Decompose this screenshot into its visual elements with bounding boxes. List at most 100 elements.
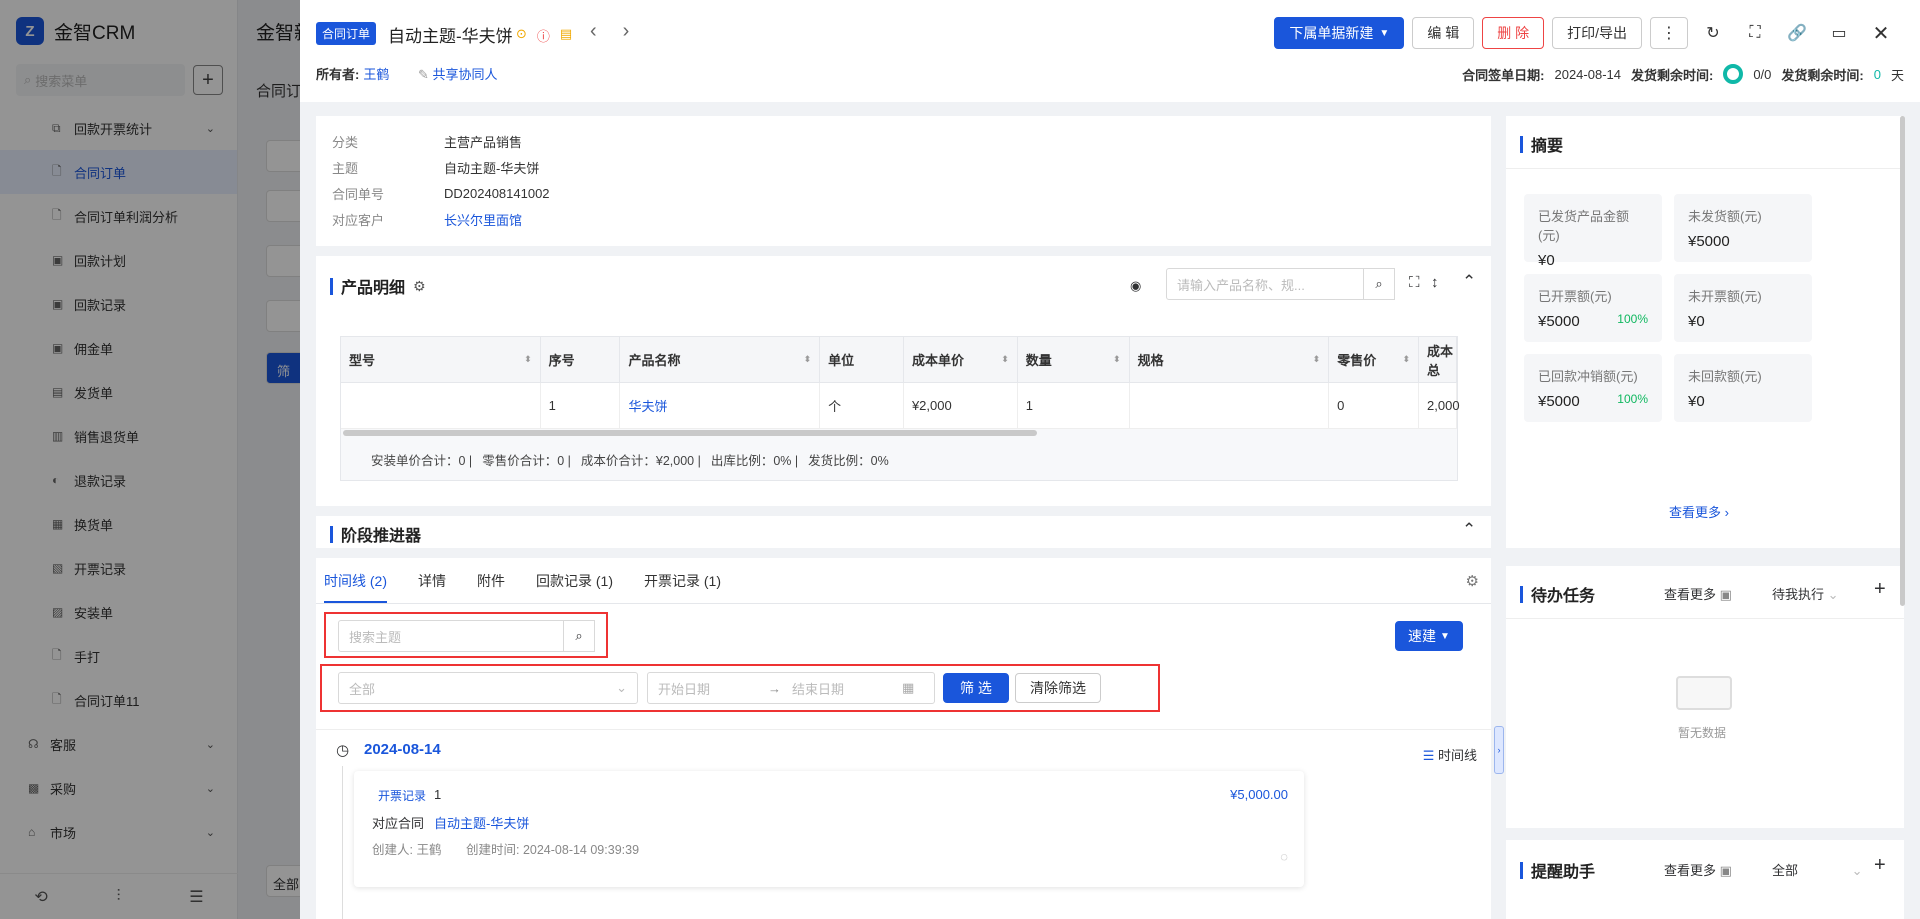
filter-button[interactable]: 筛 选 <box>943 673 1009 703</box>
table-header-cell[interactable]: 规格 ⬍ <box>1130 337 1330 382</box>
reminder-filter-select[interactable]: 全部 ⌄ <box>1772 860 1863 879</box>
product-search-input[interactable]: 请输入产品名称、规... <box>1166 268 1364 300</box>
sort-icon[interactable]: ⬍ <box>1113 354 1121 365</box>
reminder-more-link[interactable]: 查看更多 ▣ <box>1664 860 1732 879</box>
search-icon[interactable]: ⌕ <box>1363 268 1395 300</box>
timeline-date: 2024-08-14 <box>364 741 441 758</box>
add-icon[interactable]: + <box>1874 578 1886 601</box>
ship-left-unit: 天 <box>1890 67 1904 83</box>
chevron-down-icon: ⌄ <box>616 680 627 695</box>
type-filter-select[interactable]: 全部 ⌄ <box>338 672 638 704</box>
chevron-down-icon: ⌄ <box>1827 587 1839 602</box>
link-icon[interactable]: 🔗 <box>1780 17 1814 49</box>
reminder-card: 提醒助手 查看更多 ▣ 全部 ⌄ + <box>1506 840 1904 919</box>
info-row: 对应客户 长兴尔里面馆 <box>316 206 1491 232</box>
gear-icon[interactable]: ⚙ <box>413 278 426 295</box>
sort-icon[interactable]: ⬍ <box>1001 354 1009 365</box>
vertical-expand-icon[interactable]: ↕ <box>1431 274 1439 291</box>
table-header-cell[interactable]: 型号 ⬍ <box>341 337 541 382</box>
abstract-more-link[interactable]: 查看更多 › <box>1669 502 1729 521</box>
timeline-tab[interactable]: 详情 <box>418 571 446 591</box>
info-value: DD202408141002 <box>444 185 550 201</box>
sort-icon[interactable]: ⬍ <box>1402 354 1410 365</box>
stat-card: 已回款冲销额(元) ¥5000 100% <box>1524 354 1662 422</box>
prev-record-icon[interactable]: ‹ <box>590 20 597 43</box>
alert-icon[interactable]: ⓘ <box>537 26 550 45</box>
more-vertical-icon[interactable]: ⋮ <box>1650 17 1688 49</box>
product-detail-title: 产品明细 ⚙ <box>330 274 426 298</box>
play-circle-icon[interactable]: ⊙ <box>516 26 527 45</box>
edit-button[interactable]: 编 辑 <box>1412 17 1475 49</box>
timeline-tab[interactable]: 回款记录 (1) <box>536 571 613 591</box>
gear-icon[interactable]: ⚙ <box>1466 572 1479 590</box>
table-header-cell[interactable]: 序号 <box>541 337 621 382</box>
timeline-tab[interactable]: 开票记录 (1) <box>644 571 721 591</box>
table-header-cell[interactable]: 单位 <box>820 337 904 382</box>
dock-icon[interactable]: ▭ <box>1822 17 1856 49</box>
todo-filter-select[interactable]: 待我执行 ⌄ <box>1772 584 1839 603</box>
empty-text: 暂无数据 <box>1678 726 1727 740</box>
chevron-down-icon: ⌄ <box>1851 863 1863 878</box>
add-icon[interactable]: + <box>1874 854 1886 877</box>
close-icon[interactable]: ✕ <box>1864 17 1898 49</box>
column-label: 型号 <box>349 353 376 368</box>
owner-info: 所有者: 王鹤 <box>316 64 389 83</box>
table-header-cell[interactable]: 数量 ⬍ <box>1018 337 1130 382</box>
search-icon[interactable]: ⌕ <box>563 620 595 652</box>
clear-filter-button[interactable]: 清除筛选 <box>1015 673 1101 703</box>
info-value[interactable]: 长兴尔里面馆 <box>444 210 522 229</box>
stat-label: 已开票额(元) <box>1538 289 1612 304</box>
summary-item: 安装单价合计：0 | <box>371 454 473 468</box>
book-icon: ▣ <box>1719 587 1732 602</box>
quick-create-button[interactable]: 速建 ▼ <box>1395 621 1463 651</box>
info-row: 分类 主营产品销售 <box>316 128 1491 154</box>
column-label: 产品名称 <box>628 353 681 368</box>
sub-create-button[interactable]: 下属单据新建 ▼ <box>1274 17 1405 49</box>
info-label: 分类 <box>332 134 359 150</box>
table-cell[interactable]: 华夫饼 <box>620 383 821 428</box>
refresh-icon[interactable]: ↻ <box>1696 17 1730 49</box>
comment-icon[interactable]: ◌ <box>1280 849 1288 864</box>
table-header-cell[interactable]: 成本单价 ⬍ <box>904 337 1018 382</box>
fullscreen-icon[interactable]: ⛶ <box>1738 17 1772 49</box>
timeline-search-input[interactable]: 搜索主题 <box>338 620 564 652</box>
entry-type[interactable]: 开票记录 <box>378 787 426 804</box>
sort-icon[interactable]: ⬍ <box>524 354 532 365</box>
right-scrollbar[interactable] <box>1900 116 1905 606</box>
side-collapse-handle[interactable]: › <box>1494 726 1504 774</box>
timeline-view-toggle[interactable]: ☰ 时间线 <box>1423 745 1477 764</box>
todo-more-link[interactable]: 查看更多 ▣ <box>1664 584 1732 603</box>
table-header-cell[interactable]: 成本总 <box>1419 337 1457 382</box>
info-label: 对应客户 <box>332 212 385 228</box>
stat-label: 未发货额(元) <box>1688 209 1762 224</box>
info-label: 主题 <box>332 160 359 176</box>
delete-button[interactable]: 删 除 <box>1482 17 1545 49</box>
sort-icon[interactable]: ⬍ <box>804 354 812 365</box>
table-header-cell[interactable]: 产品名称 ⬍ <box>620 337 821 382</box>
collapse-up-icon[interactable]: ⌃ <box>1462 520 1476 540</box>
print-export-button[interactable]: 打印/导出 <box>1552 17 1642 49</box>
stage-card: 阶段推进器 ⌃ <box>316 516 1491 548</box>
owner-name[interactable]: 王鹤 <box>363 67 389 82</box>
share-collaborators[interactable]: ✎ 共享协同人 <box>418 64 498 83</box>
eye-icon[interactable]: ◉ <box>1130 278 1141 294</box>
timeline-tab[interactable]: 附件 <box>477 571 505 591</box>
contract-link[interactable]: 自动主题-华夫饼 <box>434 813 529 832</box>
progress-ring-icon <box>1723 64 1744 84</box>
expand-icon[interactable]: ⛶ <box>1409 274 1420 291</box>
info-value: 主营产品销售 <box>444 134 523 150</box>
collapse-up-icon[interactable]: ⌃ <box>1462 272 1476 292</box>
note-icon[interactable]: ▤ <box>560 26 572 45</box>
date-range-picker[interactable]: 开始日期 → 结束日期 ▦ <box>647 672 935 704</box>
product-summary: 安装单价合计：0 | 零售价合计：0 | 成本价合计：¥2,000 | 出库比例：0%… <box>341 436 1457 483</box>
timeline-entry[interactable]: 开票记录 1 ¥5,000.00 对应合同 自动主题-华夫饼 创建人: 王鹤 创… <box>354 771 1304 887</box>
next-record-icon[interactable]: › <box>623 20 630 43</box>
edit-pen-icon: ✎ <box>418 67 429 82</box>
table-cell: 0 <box>1329 383 1420 428</box>
stat-card: 未开票额(元) ¥0 <box>1674 274 1812 342</box>
table-header-cell[interactable]: 零售价 ⬍ <box>1329 337 1420 382</box>
timeline-tab[interactable]: 时间线 (2) <box>324 558 387 603</box>
sort-icon[interactable]: ⬍ <box>1313 354 1321 365</box>
record-title: 自动主题-华夫饼 <box>388 27 513 46</box>
stat-label: 未开票额(元) <box>1688 289 1762 304</box>
